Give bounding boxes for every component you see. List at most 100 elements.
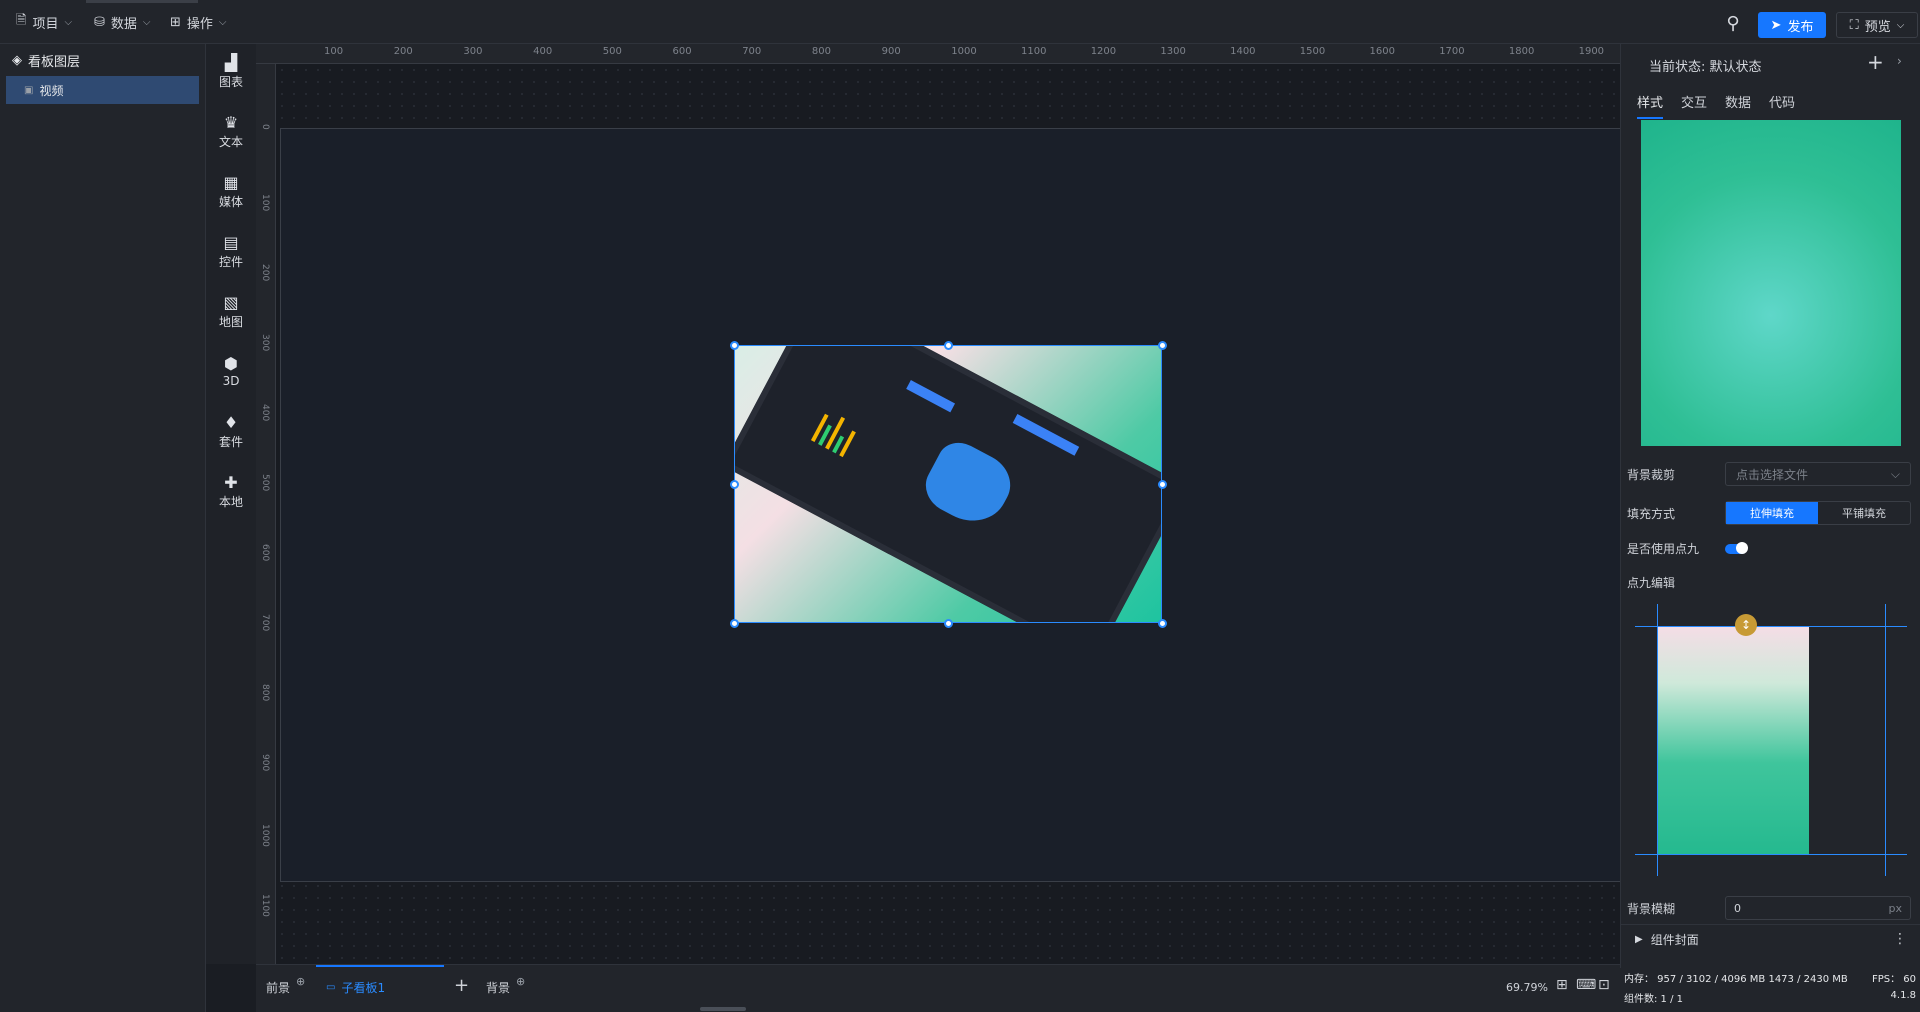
resize-handle-n[interactable] [944,341,953,350]
add-circle-icon[interactable]: ⊕ [296,975,305,988]
nine-guide-right[interactable] [1885,604,1886,876]
chevron-down-icon: ⌵ [64,16,73,28]
grid-icon: ⊞ [170,14,181,30]
tool-widget[interactable]: ▤ 控件 [206,230,256,274]
horizontal-scrollbar[interactable] [700,1007,746,1011]
tab-interaction[interactable]: 交互 [1681,92,1707,119]
tool-map[interactable]: ▧ 地图 [206,290,256,334]
layer-panel: ◈ 看板图层 ▣ 视频 [0,44,206,1012]
keyboard-icon[interactable]: ⌨ [1576,977,1596,993]
ruler-label: 700 [742,46,762,57]
terminal-icon[interactable]: ⊡ [1598,977,1610,993]
ruler-label: 1000 [260,824,270,847]
tool-local[interactable]: ✚ 本地 [206,470,256,514]
fit-screen-icon[interactable]: ⊞ [1556,977,1568,993]
tab-background[interactable]: 背景 ⊕ [486,975,525,996]
drag-handle-icon[interactable]: ↕ [1735,614,1757,636]
menu-data[interactable]: ⛁ 数据 ⌵ [86,10,159,34]
fill-stretch-option[interactable]: 拉伸填充 [1726,502,1818,524]
tool-media[interactable]: ▦ 媒体 [206,170,256,214]
fill-tile-option[interactable]: 平铺填充 [1818,502,1910,524]
ruler-label: 600 [672,46,692,57]
ruler-label: 700 [260,614,270,632]
background-preview [1641,120,1901,446]
tab-data[interactable]: 数据 [1725,92,1751,119]
layer-item-video[interactable]: ▣ 视频 [6,76,199,104]
chevron-right-icon[interactable]: › [1897,54,1902,68]
more-icon[interactable]: ⋮ [1893,931,1907,947]
ruler-label: 800 [260,684,270,702]
ruler-label: 900 [260,754,270,772]
nine-patch-editor[interactable]: ↕ [1635,604,1907,876]
use-nine-toggle[interactable] [1725,542,1748,554]
resize-handle-se[interactable] [1158,619,1167,628]
resize-handle-ne[interactable] [1158,341,1167,350]
search-icon[interactable]: ⚲ [1722,12,1744,34]
top-toolbar: 🗎 项目 ⌵ ⛁ 数据 ⌵ ⊞ 操作 ⌵ ⚲ ➤ 发布 ⛶ 预览 ⌵ [0,0,1920,44]
menu-project[interactable]: 🗎 项目 ⌵ [8,10,80,34]
resize-handle-sw[interactable] [730,619,739,628]
video-layer-icon: ▣ [24,84,34,96]
property-panel: 当前状态: 默认状态 + › 样式 交互 数据 代码 背景裁剪 点击选择文件 ⌵… [1620,44,1920,968]
publish-button[interactable]: ➤ 发布 [1758,12,1826,38]
fullscreen-icon: ⛶ [1849,17,1859,33]
nine-guide-left[interactable] [1657,604,1658,876]
menu-operation[interactable]: ⊞ 操作 ⌵ [162,10,235,34]
resize-handle-s[interactable] [944,619,953,628]
ruler-label: 1800 [1508,46,1535,57]
ruler-label: 0 [260,124,270,130]
add-circle-icon[interactable]: ⊕ [516,975,525,988]
bg-blur-label: 背景模糊 [1627,902,1676,916]
tab-style[interactable]: 样式 [1637,92,1664,119]
chevron-down-icon: ⌵ [142,16,151,28]
add-board-icon[interactable]: + [454,975,469,996]
ruler-label: 400 [533,46,553,57]
dashboard-thumbnail [735,346,1161,622]
ruler-label: 200 [393,46,413,57]
resize-handle-w[interactable] [730,480,739,489]
bar-chart-icon: ▟ [224,52,238,72]
property-tabs: 样式 交互 数据 代码 [1637,92,1795,119]
ruler-vertical: 0 100 200 300 400 500 600 700 800 900 1000 1100 [256,64,276,964]
bg-crop-select[interactable]: 点击选择文件 ⌵ [1725,462,1911,486]
crown-text-icon: ♛ [223,112,239,132]
ruler-label: 1000 [951,46,977,57]
add-state-icon[interactable]: + [1867,50,1884,74]
layers-icon: ◈ [12,52,22,68]
active-tab-indicator [316,965,444,967]
nine-guide-bottom[interactable] [1635,854,1907,855]
thumb-bar [839,430,856,458]
nine-guide-top[interactable] [1635,626,1907,627]
zoom-level[interactable]: 69.79% [1506,981,1548,994]
ruler-label: 900 [881,46,901,57]
preview-button[interactable]: ⛶ 预览 ⌵ [1836,12,1918,38]
tab-foreground[interactable]: 前景 ⊕ [266,975,305,996]
file-icon: 🗎 [16,13,27,28]
video-component[interactable] [734,345,1162,623]
state-indicator: 当前状态: 默认状态 [1649,60,1762,75]
component-toolbar: ▟ 图表 ♛ 文本 ▦ 媒体 ▤ 控件 ▧ 地图 ⬢ 3D ♦ 套件 ✚ 本地 [206,44,256,964]
tool-3d[interactable]: ⬢ 3D [206,350,256,394]
version-label: 4.1.8 [1890,990,1916,1001]
editor-canvas[interactable] [276,64,1620,964]
tool-kit[interactable]: ♦ 套件 [206,410,256,454]
resize-handle-e[interactable] [1158,480,1167,489]
ruler-label: 1400 [1230,46,1256,57]
fill-mode-label: 填充方式 [1627,507,1676,521]
tab-sub-board-1[interactable]: ▭ 子看板1 [326,979,385,996]
bg-crop-label: 背景裁剪 [1627,468,1676,482]
chevron-down-icon: ⌵ [1896,19,1905,31]
bg-blur-input[interactable]: 0 px [1725,896,1911,920]
tab-code[interactable]: 代码 [1769,92,1795,119]
component-cover-row[interactable]: ▶ 组件封面 ⋮ [1621,924,1920,954]
ruler-label: 1100 [260,894,270,917]
tool-chart[interactable]: ▟ 图表 [206,50,256,94]
resize-handle-nw[interactable] [730,341,739,350]
ruler-label: 1700 [1439,46,1465,57]
cube-icon: ⬢ [224,354,238,373]
shirt-icon: ♦ [223,412,239,432]
tool-text[interactable]: ♛ 文本 [206,110,256,154]
monitor-icon: ▭ [326,982,336,993]
board-tabs-bar: 前景 ⊕ ▭ 子看板1 + 背景 ⊕ 69.79% ⊞ ⌨ ⊡ [256,964,1620,1012]
ruler-horizontal: 100 200 300 400 500 600 700 800 900 1000 1100 1200 1… [256,44,1620,64]
